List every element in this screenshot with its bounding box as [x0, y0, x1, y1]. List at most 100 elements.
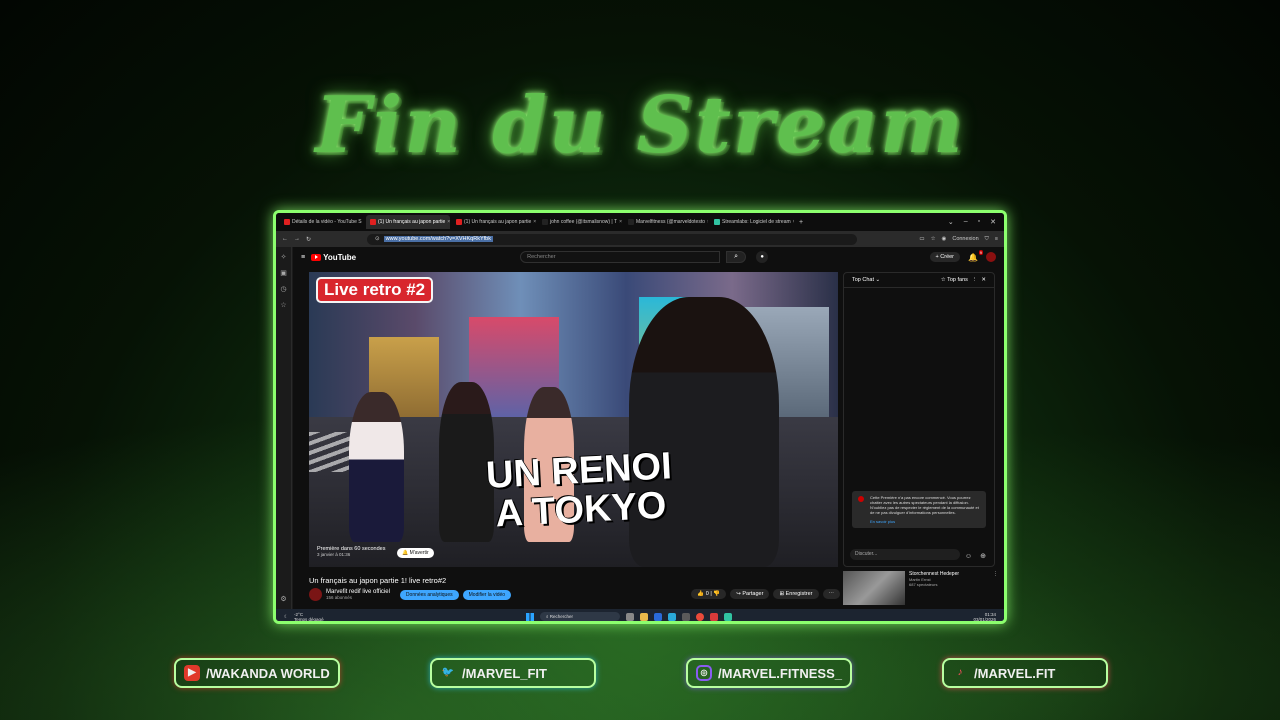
chat-input[interactable]: Discuter...	[850, 549, 960, 560]
minimize-icon[interactable]: –	[964, 218, 968, 226]
menu-icon[interactable]: ≡	[995, 236, 998, 242]
video-title: Un français au japon partie 1! live retr…	[309, 576, 447, 585]
star-icon[interactable]: ☆	[280, 301, 286, 309]
channel-avatar[interactable]	[309, 588, 322, 601]
share-button[interactable]: ↪ Partager	[730, 589, 770, 599]
recommendation-item[interactable]: Storchennest Hedeper Martin Ernst 687 sp…	[843, 571, 998, 605]
search-input[interactable]: Rechercher	[520, 251, 721, 263]
tab-3[interactable]: john coffee (@itsmalisnow) | T ×	[538, 215, 622, 229]
youtube-page: ≡ YouTube Rechercher ⌕ ● + Créer 🔔 9 Live…	[293, 247, 1004, 609]
connexion-button[interactable]: Connexion	[952, 236, 978, 242]
shield-icon[interactable]: ⛉	[985, 236, 989, 243]
channel-row: Marvefit redif live officiel 156 abonnés…	[309, 588, 512, 601]
reco-thumbnail[interactable]	[843, 571, 905, 605]
tab-4[interactable]: Marvelfitness (@marveldotesto×	[624, 215, 708, 229]
moon-icon: ☾	[284, 613, 289, 619]
opera-icon[interactable]	[710, 612, 718, 621]
settings-icon[interactable]: ⚙	[280, 595, 286, 603]
tiktok-icon: ♪	[957, 667, 963, 678]
instagram-icon: ◎	[696, 665, 712, 681]
youtube-favicon-icon	[370, 219, 376, 225]
wallet-icon[interactable]: ▣	[280, 269, 287, 277]
yt-header-right: + Créer 🔔 9	[929, 249, 996, 262]
chrome-icon[interactable]	[696, 612, 704, 621]
youtube-icon: ▶	[184, 665, 200, 681]
social-instagram[interactable]: ◎ /MARVEL.FITNESS_	[686, 658, 852, 688]
streamlabs-favicon-icon	[714, 219, 720, 225]
close-icon[interactable]: ×	[533, 219, 536, 225]
youtube-favicon-icon	[456, 219, 462, 225]
close-icon[interactable]: ✕	[981, 277, 986, 283]
chat-notice: Cette Première n'a pas encore commencé. …	[852, 491, 986, 528]
add-circle-icon[interactable]: ⊕	[980, 552, 986, 560]
aria-icon[interactable]: ✧	[281, 253, 287, 261]
tab-2[interactable]: (1) Un français au japon partie ×	[452, 215, 536, 229]
tab-0[interactable]: Détails de la vidéo - YouTube S×	[280, 215, 364, 229]
youtube-favicon-icon	[284, 219, 290, 225]
remind-button[interactable]: 🔔 M'avertir	[397, 548, 434, 558]
channel-subs: 156 abonnés	[326, 595, 353, 600]
thumb-person	[349, 392, 404, 542]
premiere-info: Première dans 60 secondes 3 janvier à 01…	[317, 546, 386, 557]
chat-header: Top Chat ⌄ ☆ Top fans ⋮ ✕	[844, 273, 994, 288]
chevron-down-icon[interactable]: ⌄	[948, 218, 954, 226]
history-icon[interactable]: ◷	[280, 285, 286, 293]
store-icon[interactable]	[682, 612, 690, 621]
new-tab-icon[interactable]: +	[799, 219, 803, 226]
hamburger-icon[interactable]: ≡	[301, 254, 305, 261]
learn-more-link[interactable]: En savoir plus	[870, 519, 981, 524]
windows-start-icon[interactable]	[526, 612, 534, 621]
social-youtube[interactable]: ▶ /WAKANDA WORLD	[174, 658, 340, 688]
avatar[interactable]	[986, 252, 996, 262]
bell-icon[interactable]: 🔔 9	[968, 249, 983, 262]
edge-icon[interactable]	[668, 612, 676, 621]
youtube-notice-icon	[858, 496, 864, 502]
close-icon[interactable]: ×	[619, 219, 622, 225]
close-icon[interactable]: ×	[447, 219, 450, 225]
save-button[interactable]: ⊞ Enregistrer	[773, 589, 819, 599]
bookmark-star-icon[interactable]: ☆	[931, 236, 936, 242]
more-vert-icon[interactable]: ⋮	[972, 277, 978, 283]
thumb-headline: UN RENOI A TOKYO	[484, 445, 673, 536]
chat-mode-select[interactable]: Top Chat ⌄	[852, 277, 880, 283]
browser-tools: ▭ ☆ ◉ Connexion ⛉ ≡	[919, 236, 998, 243]
create-button[interactable]: + Créer	[929, 252, 961, 262]
mic-icon[interactable]: ●	[756, 251, 769, 263]
weather-widget[interactable]: -2°C Temps dégagé	[294, 612, 324, 622]
social-tiktok[interactable]: ♪ /MARVEL.FIT	[942, 658, 1108, 688]
maximize-icon[interactable]: ▫	[978, 218, 980, 226]
notif-badge: 9	[978, 249, 983, 255]
search-icon[interactable]: ⌕	[726, 251, 747, 263]
top-fans-button[interactable]: ☆ Top fans	[941, 277, 968, 283]
twitter-icon: 🐦	[441, 667, 455, 678]
streamlabs-icon[interactable]	[724, 612, 732, 621]
task-view-icon[interactable]	[626, 612, 634, 621]
more-icon[interactable]: ⋯	[822, 589, 840, 599]
taskbar-search[interactable]: ⌕ Rechercher	[540, 612, 620, 621]
live-chat: Top Chat ⌄ ☆ Top fans ⋮ ✕ Cette Première…	[843, 272, 995, 567]
extension-icon[interactable]: ▭	[919, 236, 924, 242]
taskbar-clock[interactable]: 01:34 03/01/2026	[973, 612, 996, 622]
youtube-logo[interactable]: YouTube	[311, 253, 356, 262]
address-bar: ← → ↻ ⊙ www.youtube.com/watch?v=XVHKqRkY…	[276, 231, 1004, 247]
file-explorer-icon[interactable]	[640, 612, 648, 621]
back-icon[interactable]: ←	[282, 236, 288, 242]
close-icon[interactable]: ×	[707, 219, 708, 225]
more-vert-icon[interactable]: ⋮	[993, 571, 998, 605]
like-button[interactable]: 👍 0 | 👎	[691, 589, 727, 599]
tab-5[interactable]: Streamlabs: Logiciel de stream×	[710, 215, 794, 229]
video-player[interactable]: Live retro #2 UN RENOI A TOKYO Première …	[309, 272, 838, 567]
mail-icon[interactable]	[654, 612, 662, 621]
profile-icon[interactable]: ◉	[942, 236, 947, 242]
forward-icon[interactable]: →	[294, 236, 300, 242]
site-info-icon[interactable]: ⊙	[375, 236, 380, 242]
tab-1[interactable]: (1) Un français au japon partie ×	[366, 215, 450, 229]
url-field[interactable]: ⊙ www.youtube.com/watch?v=XVHKqRkYfbk	[367, 233, 858, 245]
reload-icon[interactable]: ↻	[306, 236, 311, 243]
edit-video-button[interactable]: Modifier la vidéo	[462, 589, 512, 600]
analytics-button[interactable]: Données analytiques	[399, 589, 459, 600]
close-window-icon[interactable]: ✕	[990, 218, 996, 226]
close-icon[interactable]: ×	[793, 219, 794, 225]
emoji-icon[interactable]: ☺	[965, 553, 972, 560]
social-twitter[interactable]: 🐦 /MARVEL_FIT	[430, 658, 596, 688]
